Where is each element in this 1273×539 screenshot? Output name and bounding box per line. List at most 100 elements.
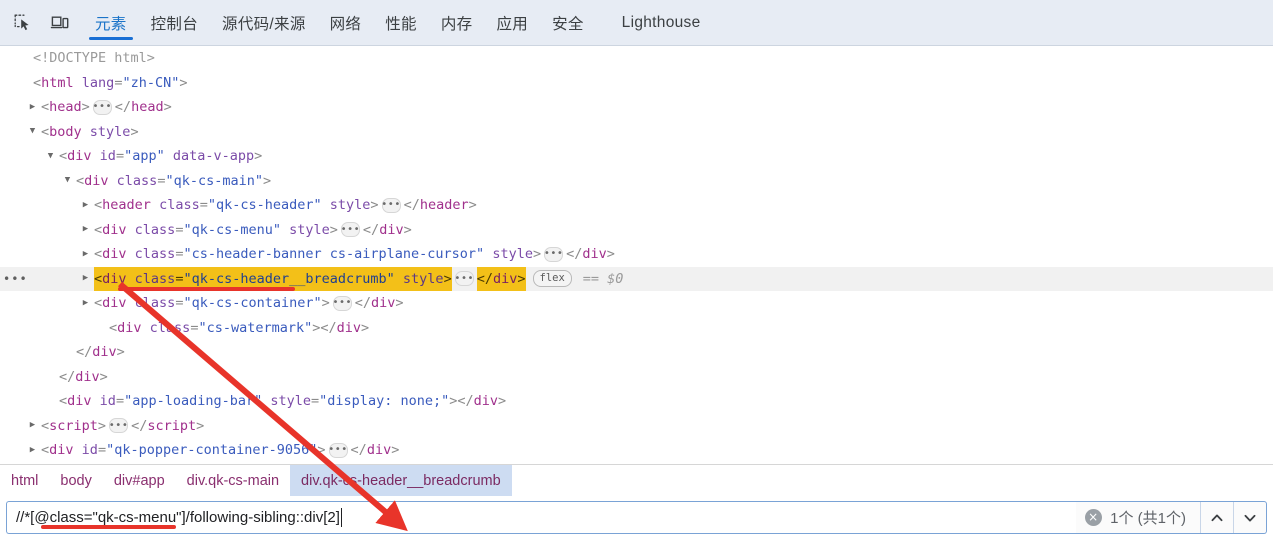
search-prev-button[interactable] xyxy=(1200,502,1233,533)
attr-class[interactable]: class xyxy=(117,169,158,194)
tab-application[interactable]: 应用 xyxy=(484,0,540,46)
search-input[interactable]: //*[@class="qk-cs-menu"]/following-sibli… xyxy=(6,501,1077,534)
breadcrumb-item-div-app[interactable]: div#app xyxy=(103,465,176,497)
dom-node-head[interactable]: <head>•••</head> xyxy=(0,95,1273,120)
attrval-qk-cs-menu[interactable]: "qk-cs-menu" xyxy=(183,218,281,243)
expand-ellipsis-icon[interactable]: ••• xyxy=(93,99,112,115)
attrval-breadcrumb[interactable]: "qk-cs-header__breadcrumb" xyxy=(183,271,394,287)
dom-node-app-loading-bar[interactable]: < div id = "app-loading-bar" style = "display… xyxy=(0,389,1273,414)
attrval-display-none[interactable]: "display: none;" xyxy=(319,389,449,414)
dom-node-close-qk-cs-main[interactable]: </div > xyxy=(0,340,1273,365)
punct-eq: = xyxy=(114,74,123,91)
attr-class[interactable]: class xyxy=(135,218,176,243)
clear-search-button[interactable]: × xyxy=(1076,501,1110,534)
punct-open-end: </ xyxy=(476,270,493,287)
expand-ellipsis-icon[interactable]: ••• xyxy=(341,222,360,238)
twisty-collapsed-icon[interactable] xyxy=(79,250,92,259)
twisty-collapsed-icon[interactable] xyxy=(79,201,92,210)
attrval-watermark[interactable]: "cs-watermark" xyxy=(198,316,312,341)
doctype-text: <!DOCTYPE html> xyxy=(33,50,155,66)
dom-node-qk-popper-container[interactable]: <div id="qk-popper-container-9056">•••</… xyxy=(0,438,1273,463)
tab-network[interactable]: 网络 xyxy=(318,0,374,46)
attr-class[interactable]: class xyxy=(150,316,191,341)
inspect-element-icon[interactable] xyxy=(10,10,36,36)
attr-style[interactable]: style xyxy=(403,271,444,287)
dom-node-html[interactable]: < html lang = "zh-CN" > xyxy=(0,71,1273,96)
dom-node-script[interactable]: <script>•••</script> xyxy=(0,414,1273,439)
attr-id[interactable]: id xyxy=(100,144,116,169)
search-controls: × 1个 (共1个) xyxy=(1076,501,1267,534)
attrval-app[interactable]: "app" xyxy=(124,144,165,169)
attr-style[interactable]: style xyxy=(492,242,533,267)
attrval-banner[interactable]: "cs-header-banner cs-airplane-cursor" xyxy=(183,242,484,267)
tab-console[interactable]: 控制台 xyxy=(139,0,210,46)
punct-close: > xyxy=(532,246,542,262)
attrval-lang[interactable]: "zh-CN" xyxy=(122,71,179,96)
expand-ellipsis-icon[interactable]: ••• xyxy=(544,246,564,262)
punct-eq: = xyxy=(175,295,184,311)
tab-lighthouse[interactable]: Lighthouse xyxy=(596,0,713,46)
attr-style[interactable]: style xyxy=(90,120,131,145)
expand-ellipsis-icon[interactable]: ••• xyxy=(109,418,129,434)
dom-node-body[interactable]: <body style> xyxy=(0,120,1273,145)
dom-node-qk-cs-menu[interactable]: <div class="qk-cs-menu" style>•••</div> xyxy=(0,218,1273,243)
expand-ellipsis-icon[interactable]: ••• xyxy=(381,197,401,213)
attr-data-v-app[interactable]: data-v-app xyxy=(173,144,254,169)
twisty-collapsed-icon[interactable] xyxy=(79,225,92,234)
search-next-button[interactable] xyxy=(1233,502,1266,533)
attr-style[interactable]: style xyxy=(330,193,371,218)
breadcrumb-item-html[interactable]: html xyxy=(0,465,49,497)
dom-node-cs-header-banner[interactable]: <div class="cs-header-banner cs-airplane… xyxy=(0,242,1273,267)
dom-tree-panel[interactable]: <!DOCTYPE html> <html lang="zh-CN"> <hea… xyxy=(0,46,1273,464)
attr-style[interactable]: style xyxy=(270,389,311,414)
attr-style[interactable]: style xyxy=(289,218,330,243)
attrval-container[interactable]: "qk-cs-container" xyxy=(183,291,321,316)
attr-id[interactable]: id xyxy=(82,438,98,463)
tab-elements[interactable]: 元素 xyxy=(83,0,139,46)
selected-node-closing-tag[interactable]: </div> xyxy=(476,266,526,291)
tab-sources[interactable]: 源代码/来源 xyxy=(210,0,318,46)
node-menu-dots-icon[interactable]: ••• xyxy=(3,267,27,292)
device-toolbar-icon[interactable] xyxy=(47,10,73,36)
twisty-collapsed-icon[interactable] xyxy=(26,421,39,430)
attr-class[interactable]: class xyxy=(135,242,176,267)
attr-id[interactable]: id xyxy=(100,389,116,414)
dom-node-close-app[interactable]: </div > xyxy=(0,365,1273,390)
tag-div-close: div xyxy=(582,246,607,262)
dom-node-qk-cs-header[interactable]: <header class="qk-cs-header" style>•••</… xyxy=(0,193,1273,218)
twisty-expanded-icon[interactable] xyxy=(61,176,74,185)
attr-class[interactable]: class xyxy=(135,291,176,316)
dom-node-cs-watermark[interactable]: < div class = "cs-watermark" > </div > xyxy=(0,316,1273,341)
attrval-popper[interactable]: "qk-popper-container-9056" xyxy=(106,438,317,463)
dom-node-qk-cs-main[interactable]: <div class="qk-cs-main"> xyxy=(0,169,1273,194)
punct-open-end: </ xyxy=(114,99,132,115)
dom-node-app[interactable]: <div id="app" data-v-app> xyxy=(0,144,1273,169)
expand-ellipsis-icon[interactable]: ••• xyxy=(454,271,474,287)
twisty-collapsed-icon[interactable] xyxy=(26,446,39,455)
attrval-qk-cs-main[interactable]: "qk-cs-main" xyxy=(165,169,263,194)
dom-node-qk-cs-container[interactable]: <div class="qk-cs-container">•••</div> xyxy=(0,291,1273,316)
twisty-collapsed-icon[interactable] xyxy=(79,299,92,308)
twisty-expanded-icon[interactable] xyxy=(44,152,57,161)
attr-class[interactable]: class xyxy=(159,193,200,218)
twisty-collapsed-icon[interactable] xyxy=(79,274,92,283)
expand-ellipsis-icon[interactable]: ••• xyxy=(328,442,348,458)
attrval-loading-bar[interactable]: "app-loading-bar" xyxy=(124,389,262,414)
attr-lang[interactable]: lang xyxy=(82,71,115,96)
attr-class[interactable]: class xyxy=(135,271,176,287)
breadcrumb-item-div-qk-cs-header-breadcrumb[interactable]: div.qk-cs-header__breadcrumb xyxy=(290,464,512,497)
attrval-qk-cs-header[interactable]: "qk-cs-header" xyxy=(208,193,322,218)
tab-security[interactable]: 安全 xyxy=(540,0,596,46)
tab-performance[interactable]: 性能 xyxy=(373,0,429,46)
dom-node-doctype[interactable]: <!DOCTYPE html> xyxy=(0,46,1273,71)
twisty-expanded-icon[interactable] xyxy=(26,127,39,136)
tab-memory[interactable]: 内存 xyxy=(429,0,485,46)
tag-div-close: div xyxy=(492,270,518,287)
close-icon: × xyxy=(1084,509,1102,526)
flex-badge[interactable]: flex xyxy=(532,270,572,288)
breadcrumb-item-body[interactable]: body xyxy=(49,465,102,497)
twisty-collapsed-icon[interactable] xyxy=(26,103,39,112)
breadcrumb-item-div-qk-cs-main[interactable]: div.qk-cs-main xyxy=(176,465,290,497)
expand-ellipsis-icon[interactable]: ••• xyxy=(332,295,352,311)
